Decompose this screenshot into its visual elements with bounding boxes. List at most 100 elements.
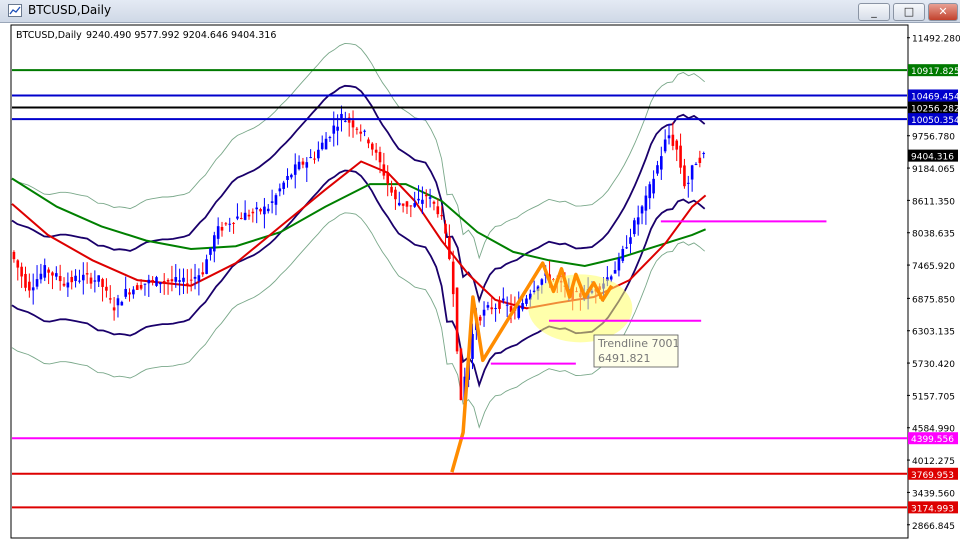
candle-body — [78, 280, 81, 282]
candle-body — [521, 303, 524, 310]
candle-body — [482, 309, 486, 316]
level-label: 10917.825 — [911, 67, 960, 77]
y-tick-label: 8038.635 — [912, 230, 955, 240]
title-bar[interactable]: BTCUSD,Daily _ □ ✕ — [0, 0, 960, 23]
window-title: BTCUSD,Daily — [28, 3, 112, 17]
candle-body — [290, 174, 293, 178]
candle-body — [155, 277, 158, 286]
y-tick-label: 9184.065 — [912, 165, 955, 175]
candle-body — [660, 156, 663, 170]
candle-body — [633, 220, 636, 235]
candle-body — [124, 288, 127, 297]
candle-body — [186, 283, 189, 286]
candle-body — [382, 164, 386, 176]
candle-body — [451, 261, 455, 295]
candle-body — [648, 184, 652, 199]
candle-body — [151, 280, 154, 282]
candle-body — [297, 161, 301, 170]
minimize-button[interactable]: _ — [858, 3, 890, 21]
candle-body — [351, 120, 355, 128]
candle-body — [397, 202, 401, 206]
candle-body — [636, 217, 640, 225]
candle-body — [436, 206, 440, 215]
y-tick-label: 2866.845 — [912, 522, 955, 532]
candle-body — [205, 259, 208, 274]
y-tick-label: 6875.850 — [912, 295, 955, 305]
y-tick-label: 5157.705 — [912, 392, 955, 402]
candle-body — [502, 298, 505, 301]
candle-body — [112, 307, 116, 311]
candle-body — [239, 218, 243, 220]
candle-body — [174, 277, 178, 282]
candle-body — [170, 279, 174, 282]
candle-body — [370, 143, 374, 150]
tooltip-value: 6491.821 — [598, 352, 651, 365]
candle-body — [355, 128, 359, 130]
candle-body — [459, 348, 463, 401]
maximize-button[interactable]: □ — [893, 3, 925, 21]
candle-body — [274, 195, 278, 205]
price-chart[interactable]: 10917.825 10469.454 10256.28210050.354 4399… — [9, 23, 960, 540]
candle-body — [440, 215, 443, 217]
candle-body — [159, 282, 162, 285]
trendline-tooltip: Trendline 7001 6491.821 — [593, 334, 679, 368]
candle-body — [105, 286, 108, 291]
candle-body — [498, 300, 501, 309]
candle-body — [363, 130, 366, 132]
candle-body — [486, 305, 490, 308]
level-label: 3769.953 — [911, 471, 954, 481]
candle-body — [494, 308, 497, 310]
close-button[interactable]: ✕ — [928, 3, 958, 21]
candle-body — [609, 276, 613, 280]
candle-body — [686, 182, 690, 184]
candle-body — [116, 298, 120, 306]
candle-body — [132, 289, 135, 295]
candle-body — [663, 139, 667, 152]
candle-body — [166, 280, 170, 282]
candle-body — [405, 201, 409, 207]
candle-body — [31, 287, 35, 291]
candle-body — [286, 175, 289, 181]
y-tick-label: 8611.350 — [912, 197, 955, 207]
y-tick-label: 11492.280 — [912, 35, 960, 45]
candle-body — [220, 226, 224, 231]
candle-body — [259, 209, 262, 212]
tooltip-title: Trendline 7001 — [597, 337, 679, 350]
candle-body — [301, 161, 305, 165]
candle-body — [490, 307, 494, 310]
candle-body — [444, 223, 447, 234]
level-label: 10469.454 — [911, 92, 960, 102]
candle-body — [401, 203, 405, 206]
candle-body — [328, 137, 332, 139]
candle-body — [128, 292, 131, 295]
candle-body — [39, 273, 43, 280]
last-price-label: 9404.316 — [911, 153, 954, 163]
candle-body — [621, 248, 625, 261]
candle-body — [55, 273, 58, 277]
candle-body — [320, 142, 324, 150]
candle-body — [97, 275, 101, 282]
candle-body — [16, 260, 20, 268]
candle-body — [70, 276, 74, 283]
candle-body — [236, 216, 239, 219]
candle-body — [189, 279, 193, 281]
y-tick-label: 5730.420 — [912, 360, 955, 370]
candle-body — [139, 285, 143, 289]
candle-body — [640, 206, 644, 214]
level-label: 3174.993 — [911, 504, 954, 514]
candle-body — [47, 269, 50, 273]
candle-body — [20, 266, 23, 277]
candle-body — [24, 273, 27, 288]
candle-body — [478, 316, 482, 321]
candle-body — [374, 149, 378, 153]
candle-body — [309, 157, 312, 159]
y-tick-label: 4012.275 — [912, 457, 955, 467]
candle-body — [101, 279, 104, 287]
candle-body — [51, 272, 54, 276]
candle-body — [359, 131, 363, 134]
candle-body — [617, 258, 621, 271]
candle-body — [671, 134, 675, 146]
candle-body — [147, 279, 151, 284]
candle-body — [182, 277, 185, 282]
y-tick-label: 7465.920 — [912, 262, 955, 272]
